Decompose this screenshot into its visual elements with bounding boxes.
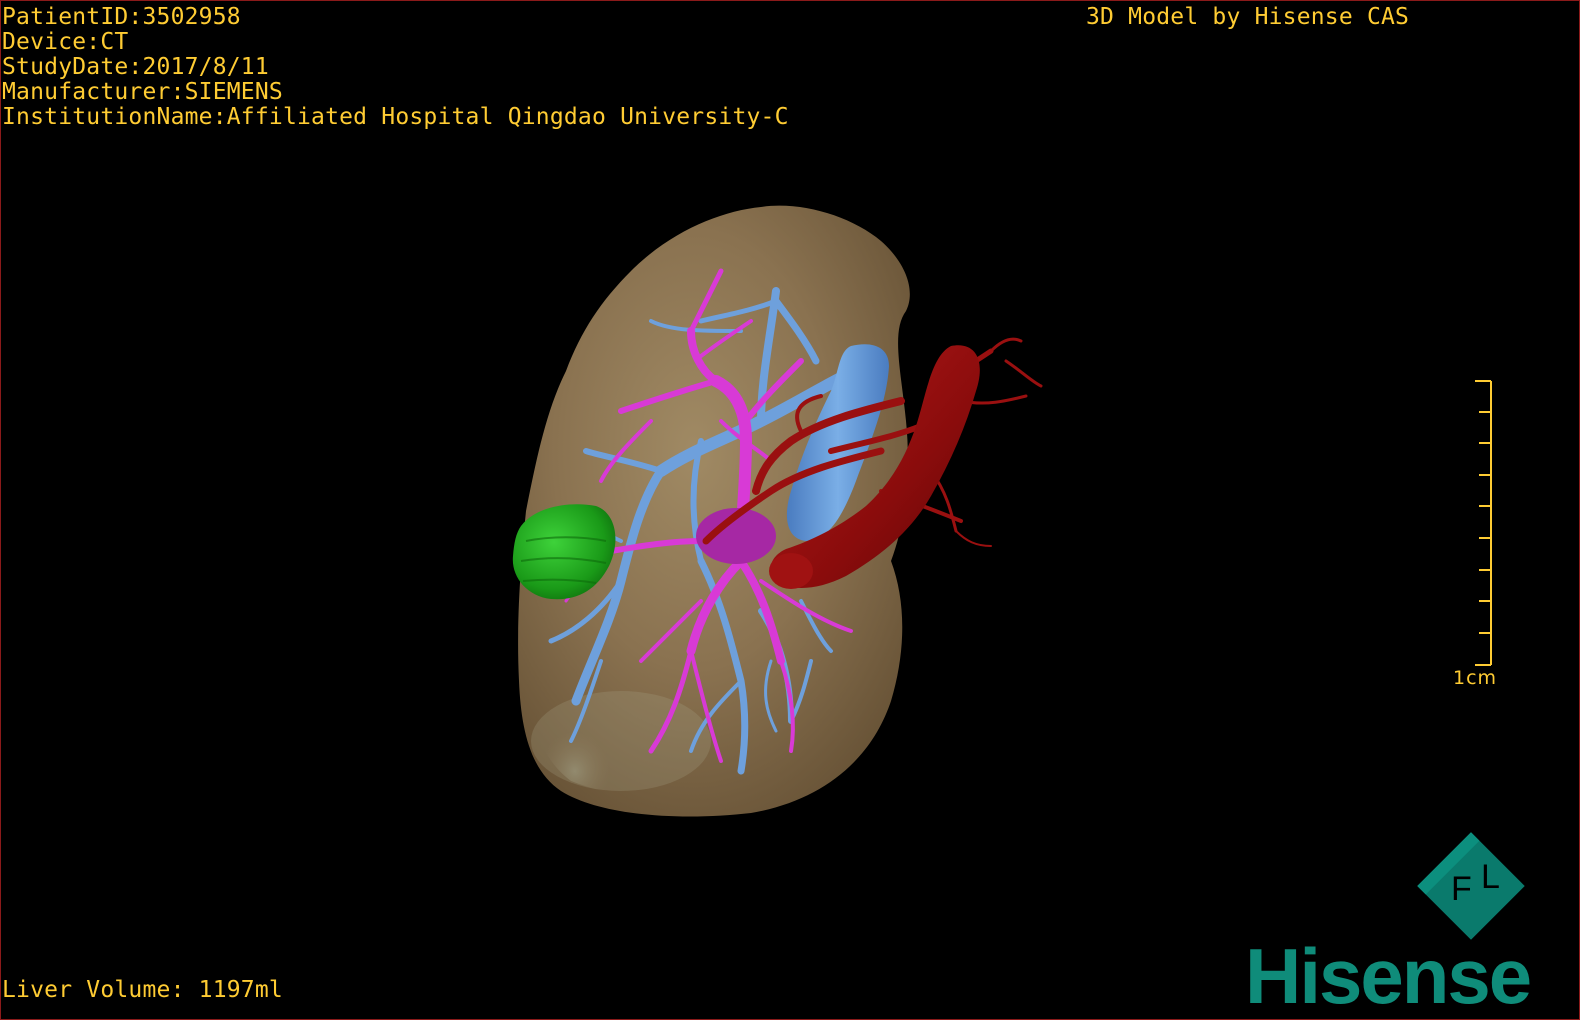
institution-name: InstitutionName:Affiliated Hospital Qing… — [2, 104, 789, 130]
patient-info-block: PatientID:3502958 Device:CT StudyDate:20… — [2, 5, 789, 130]
liver-3d-model[interactable]: F L — [1, 1, 1580, 1020]
orientation-cube-letter-l: L — [1481, 858, 1500, 896]
patient-id: PatientID:3502958 — [2, 4, 241, 30]
model-credit: 3D Model by Hisense CAS — [1086, 4, 1410, 30]
device: Device:CT — [2, 29, 129, 55]
orientation-cube: F L — [1417, 832, 1525, 940]
orientation-cube-letter-f: F — [1451, 870, 1472, 908]
scale-bar-label: 1cm — [1453, 667, 1498, 689]
liver-volume: Liver Volume: 1197ml — [2, 977, 283, 1003]
hisense-logo: Hisense — [1245, 932, 1532, 1020]
3d-viewport[interactable]: F L PatientID:3502958 Device:CT StudyDat… — [0, 0, 1580, 1020]
manufacturer: Manufacturer:SIEMENS — [2, 79, 283, 105]
study-date: StudyDate:2017/8/11 — [2, 54, 269, 80]
scale-bar — [1475, 380, 1492, 666]
